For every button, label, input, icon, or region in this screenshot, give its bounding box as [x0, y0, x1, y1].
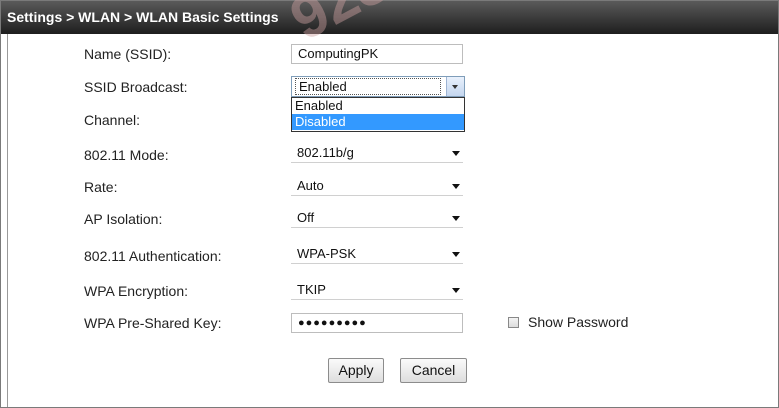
- ssid-input[interactable]: ComputingPK: [291, 44, 463, 64]
- chevron-down-icon: [452, 252, 460, 257]
- authentication-value: WPA-PSK: [297, 246, 356, 261]
- breadcrumb: Settings > WLAN > WLAN Basic Settings: [7, 9, 279, 25]
- ssid-broadcast-dropdown: Enabled Disabled: [291, 97, 465, 132]
- rate-label: Rate:: [84, 179, 118, 195]
- encryption-select[interactable]: TKIP: [291, 280, 463, 300]
- channel-label: Channel:: [84, 112, 141, 128]
- cancel-button[interactable]: Cancel: [400, 358, 467, 383]
- rate-select[interactable]: Auto: [291, 176, 463, 196]
- option-enabled[interactable]: Enabled: [292, 98, 464, 114]
- header-bar: Settings > WLAN > WLAN Basic Settings: [1, 1, 778, 34]
- show-password-label: Show Password: [528, 314, 629, 330]
- encryption-label: WPA Encryption:: [84, 283, 189, 299]
- ssid-label: Name (SSID):: [84, 46, 172, 62]
- authentication-select[interactable]: WPA-PSK: [291, 244, 463, 264]
- chevron-down-icon: [452, 151, 460, 156]
- chevron-down-icon: [452, 216, 460, 221]
- ssid-broadcast-value: Enabled: [295, 78, 441, 95]
- mode-select[interactable]: 802.11b/g: [291, 143, 463, 163]
- encryption-value: TKIP: [297, 282, 326, 297]
- apply-button[interactable]: Apply: [328, 358, 384, 383]
- chevron-down-icon: [452, 85, 458, 89]
- chevron-down-icon: [452, 184, 460, 189]
- ssid-broadcast-select[interactable]: Enabled: [291, 76, 465, 97]
- psk-label: WPA Pre-Shared Key:: [84, 315, 222, 331]
- chevron-down-icon: [452, 288, 460, 293]
- authentication-label: 802.11 Authentication:: [84, 248, 222, 264]
- dropdown-button[interactable]: [446, 77, 464, 96]
- mode-value: 802.11b/g: [297, 145, 354, 160]
- ssid-broadcast-label: SSID Broadcast:: [84, 79, 188, 95]
- ap-isolation-label: AP Isolation:: [84, 211, 163, 227]
- ap-isolation-select[interactable]: Off: [291, 208, 463, 228]
- psk-input[interactable]: ●●●●●●●●●: [291, 313, 463, 333]
- option-disabled[interactable]: Disabled: [292, 114, 464, 130]
- rate-value: Auto: [297, 178, 324, 193]
- ap-isolation-value: Off: [297, 210, 315, 225]
- mode-label: 802.11 Mode:: [84, 147, 169, 163]
- show-password-checkbox[interactable]: [508, 317, 519, 328]
- settings-frame: Settings > WLAN > WLAN Basic Settings Na…: [0, 0, 779, 408]
